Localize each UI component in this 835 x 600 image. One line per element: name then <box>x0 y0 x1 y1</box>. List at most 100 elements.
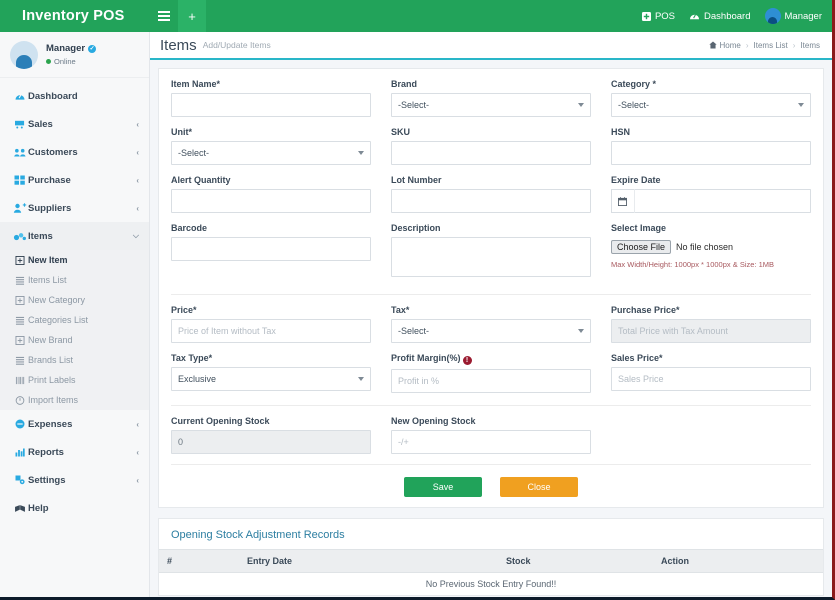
sales-price-input[interactable] <box>611 367 811 391</box>
table-row: No Previous Stock Entry Found!! <box>159 573 823 596</box>
sidebar-submenu-items: New Item Items List New Category Categor… <box>0 250 149 410</box>
sidebar-item-customers[interactable]: Customers ‹ <box>0 138 149 166</box>
purchase-price-input[interactable] <box>611 319 811 343</box>
expire-date-input[interactable] <box>633 189 811 213</box>
tax-select[interactable]: -Select- <box>391 319 591 343</box>
barcode-label: Barcode <box>171 223 208 233</box>
tax-select-wrapper: -Select- <box>391 319 591 343</box>
item-name-label: Item Name* <box>171 79 221 89</box>
sidebar-item-help[interactable]: Help <box>0 494 149 522</box>
sidebar-profile-info: Manager ✓ Online <box>46 43 97 66</box>
sidebar-profile-status-row: Online <box>46 57 96 66</box>
sidebar-item-new-category-label: New Category <box>28 295 86 305</box>
profit-margin-input[interactable] <box>391 369 591 393</box>
tax-type-select[interactable]: Exclusive <box>171 367 371 391</box>
sidebar-item-purchase[interactable]: Purchase ‹ <box>0 166 149 194</box>
sku-input[interactable] <box>391 141 591 165</box>
chevron-left-icon: ‹ <box>136 119 139 129</box>
price-input[interactable] <box>171 319 371 343</box>
nav-link-pos[interactable]: POS <box>641 10 676 22</box>
online-dot-icon <box>46 58 51 64</box>
sidebar-item-new-category[interactable]: New Category <box>0 290 149 310</box>
sidebar-item-new-brand[interactable]: New Brand <box>0 330 149 350</box>
section-divider <box>171 294 811 295</box>
brand-select[interactable]: -Select- <box>391 93 591 117</box>
category-select[interactable]: -Select- <box>611 93 811 117</box>
description-textarea[interactable] <box>391 237 591 277</box>
barcode-input[interactable] <box>171 237 371 261</box>
sidebar-item-expenses[interactable]: Expenses ‹ <box>0 410 149 438</box>
current-opening-stock-label: Current Opening Stock <box>171 416 270 426</box>
sidebar-item-expenses-label: Expenses <box>28 418 73 430</box>
records-title: Opening Stock Adjustment Records <box>171 529 345 541</box>
sidebar-item-new-item[interactable]: New Item <box>0 250 149 270</box>
unit-select[interactable]: -Select- <box>171 141 371 165</box>
top-navbar: Inventory POS + POS Dashboard Manager <box>0 0 832 32</box>
brand-label: Brand <box>391 79 418 89</box>
item-name-input[interactable] <box>171 93 371 117</box>
close-button[interactable]: Close <box>500 477 578 497</box>
info-warning-icon[interactable]: ! <box>462 356 472 365</box>
select-image-label: Select Image <box>611 223 667 233</box>
sidebar-item-items-list-label: Items List <box>28 275 67 285</box>
sidebar-item-items-label: Items <box>28 230 53 242</box>
sidebar-item-dashboard-label: Dashboard <box>28 90 78 102</box>
field-sku: SKU <box>391 127 591 165</box>
book-icon <box>15 504 25 512</box>
field-spacer <box>611 416 811 454</box>
sidebar-item-sales[interactable]: Sales ‹ <box>0 110 149 138</box>
chevron-down-icon: ⌵ <box>132 231 139 240</box>
sidebar-item-reports[interactable]: Reports ‹ <box>0 438 149 466</box>
sidebar-item-import-items[interactable]: Import Items <box>0 390 149 410</box>
lot-number-input[interactable] <box>391 189 591 213</box>
sidebar-item-items-list[interactable]: Items List <box>0 270 149 290</box>
topbar-right-links: POS Dashboard Manager <box>641 8 832 24</box>
new-opening-stock-label: New Opening Stock <box>391 416 476 426</box>
breadcrumb: Home › Items List › Items <box>708 41 820 50</box>
sidebar-item-suppliers[interactable]: Suppliers ‹ <box>0 194 149 222</box>
breadcrumb-item-items-list[interactable]: Items List <box>754 41 788 50</box>
calendar-glyph-icon <box>618 196 628 206</box>
nav-link-dashboard[interactable]: Dashboard <box>689 11 751 22</box>
sidebar-item-brands-list[interactable]: Brands List <box>0 350 149 370</box>
field-item-name: Item Name* <box>171 79 371 117</box>
list-icon <box>15 356 25 365</box>
sidebar-item-print-labels[interactable]: Print Labels <box>0 370 149 390</box>
stock-adjustment-records-card: Opening Stock Adjustment Records # Entry… <box>158 518 824 596</box>
pos-icon <box>641 11 651 21</box>
breadcrumb-item-home[interactable]: Home <box>708 41 741 50</box>
alert-quantity-input[interactable] <box>171 189 371 213</box>
calendar-icon[interactable] <box>611 189 634 213</box>
sidebar-item-dashboard[interactable]: Dashboard <box>0 82 149 110</box>
sidebar-item-categories-list[interactable]: Categories List <box>0 310 149 330</box>
app-brand-title[interactable]: Inventory POS <box>0 8 150 24</box>
field-lot-number: Lot Number <box>391 175 591 213</box>
plus-square-icon <box>15 295 25 305</box>
save-button[interactable]: Save <box>404 477 482 497</box>
file-picker[interactable]: Choose File No file chosen <box>611 237 811 257</box>
choose-file-button[interactable]: Choose File <box>611 240 672 254</box>
sidebar-item-customers-label: Customers <box>28 146 78 158</box>
list-icon <box>15 316 25 325</box>
nav-link-pos-label: POS <box>654 10 676 22</box>
sidebar-item-items[interactable]: Items ⌵ <box>0 222 149 250</box>
app-window: Inventory POS + POS Dashboard Manager Ma… <box>0 0 835 600</box>
hsn-input[interactable] <box>611 141 811 165</box>
cart-icon <box>15 120 25 129</box>
sidebar-profile[interactable]: Manager ✓ Online <box>0 32 149 78</box>
sidebar-item-new-item-label: New Item <box>28 255 68 265</box>
nav-link-user-label: Manager <box>784 10 823 22</box>
nav-link-user[interactable]: Manager <box>764 8 823 24</box>
category-select-wrapper: -Select- <box>611 93 811 117</box>
category-label: Category * <box>611 79 657 89</box>
profit-margin-label: Profit Margin(%) <box>391 353 461 363</box>
sidebar: Manager ✓ Online Dashboard Sales ‹ Custo… <box>0 32 150 597</box>
quick-add-button[interactable]: + <box>178 0 206 32</box>
sidebar-item-settings-label: Settings <box>28 474 66 486</box>
new-opening-stock-input[interactable] <box>391 430 591 454</box>
menu-toggle-button[interactable] <box>150 0 178 32</box>
sidebar-item-settings[interactable]: Settings ‹ <box>0 466 149 494</box>
field-current-opening-stock: Current Opening Stock <box>171 416 371 454</box>
field-tax: Tax* -Select- <box>391 305 591 343</box>
sidebar-item-print-labels-label: Print Labels <box>28 375 76 385</box>
